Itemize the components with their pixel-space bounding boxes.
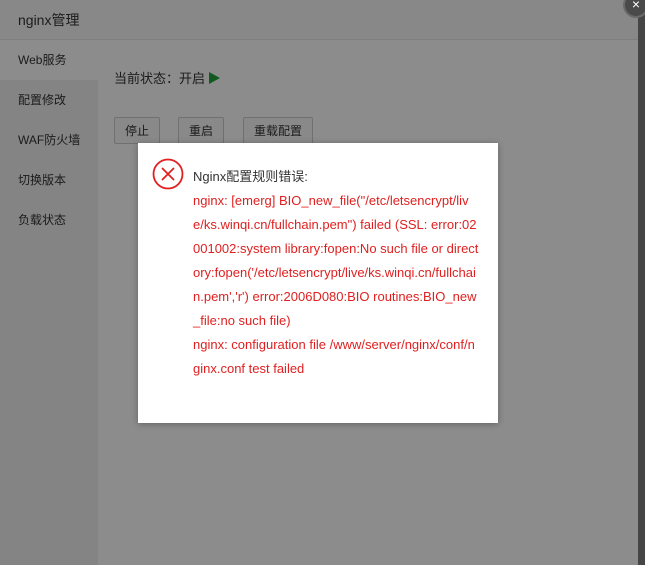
error-circle-x-icon bbox=[152, 158, 184, 190]
error-dialog: Nginx配置规则错误: nginx: [emerg] BIO_new_file… bbox=[138, 143, 498, 423]
error-line-1: nginx: [emerg] BIO_new_file("/etc/letsen… bbox=[193, 193, 479, 328]
error-heading: Nginx配置规则错误: bbox=[193, 169, 308, 184]
error-line-2: nginx: configuration file /www/server/ng… bbox=[193, 337, 475, 376]
error-message: Nginx配置规则错误: nginx: [emerg] BIO_new_file… bbox=[193, 165, 479, 381]
